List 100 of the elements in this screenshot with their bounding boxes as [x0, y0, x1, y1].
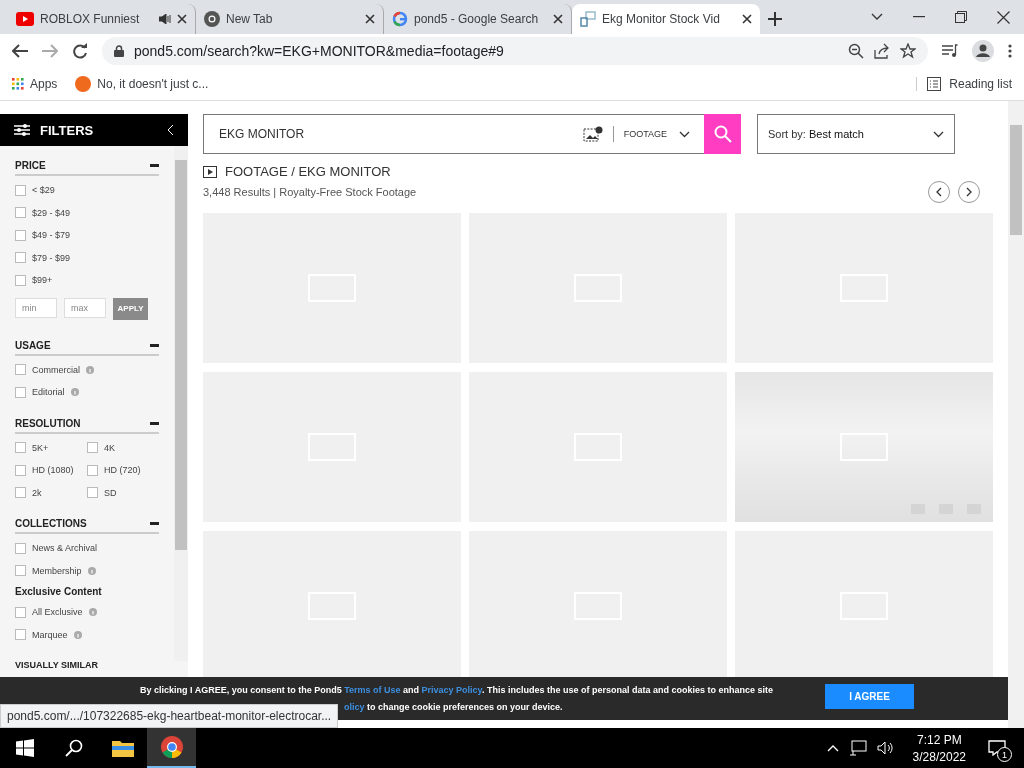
checkbox-label: Editorial	[32, 387, 65, 398]
volume-icon[interactable]	[876, 741, 895, 755]
google-icon	[392, 11, 408, 27]
zoom-out-icon[interactable]	[848, 43, 864, 59]
search-field[interactable]: EKG MONITOR FOOTAGE	[203, 114, 741, 154]
share-icon[interactable]	[874, 43, 890, 59]
checkbox[interactable]	[15, 207, 26, 219]
scrollbar[interactable]	[174, 146, 188, 661]
site-icon	[75, 76, 92, 92]
chevron-down-icon	[679, 130, 690, 138]
checkbox[interactable]	[15, 629, 26, 641]
notifications-button[interactable]: 1	[984, 735, 1010, 761]
browser-tab[interactable]: Ekg Monitor Stock Vid	[572, 4, 760, 34]
section-title: VISUALLY SIMILAR	[15, 660, 98, 670]
chevron-up-icon[interactable]	[826, 744, 839, 752]
clock[interactable]: 7:12 PM 3/28/2022	[912, 732, 966, 764]
consent-text: By clicking I AGREE, you consent to the Pond5 Terms of Use and Privacy Policy. This includes the use of personal data and cookies to enhance site	[140, 685, 774, 695]
checkbox[interactable]	[15, 364, 26, 376]
checkbox[interactable]	[15, 542, 26, 554]
checkbox-label: $79 - $99	[32, 252, 71, 263]
link[interactable]: Privacy Policy	[421, 685, 482, 695]
tab-title: ROBLOX Funniest	[40, 12, 141, 26]
network-icon[interactable]	[848, 740, 867, 756]
back-icon[interactable]	[12, 44, 28, 58]
checkbox[interactable]	[15, 229, 26, 241]
chrome-icon	[204, 11, 220, 27]
filters-header[interactable]: FILTERS	[0, 114, 188, 146]
checkbox[interactable]	[15, 606, 26, 618]
checkbox-label: Marquee	[32, 629, 68, 640]
new-tab-icon[interactable]	[768, 12, 782, 26]
chevron-down-icon[interactable]	[871, 13, 883, 21]
apps-grid-icon	[12, 78, 24, 90]
address-bar[interactable]: pond5.com/search?kw=EKG+MONITOR&media=footage#9	[102, 37, 928, 65]
tab-title: pond5 - Google Search	[414, 12, 540, 26]
next-button[interactable]	[958, 181, 980, 203]
subheading: Exclusive Content	[15, 585, 103, 599]
browser-tab[interactable]: New Tab	[196, 4, 384, 34]
status-url: pond5.com/.../107322685-ekg-heartbeat-monitor-electrocar...	[0, 704, 339, 728]
bookmark[interactable]: Apps	[12, 77, 58, 91]
windows-icon	[15, 739, 34, 757]
checkbox[interactable]	[87, 464, 98, 476]
avatar-icon[interactable]	[972, 40, 994, 62]
chevron-down-icon	[933, 130, 944, 138]
search-icon	[713, 125, 732, 143]
bookmark[interactable]: No, it doesn't just c...	[75, 76, 209, 92]
collapse-icon[interactable]	[150, 343, 159, 347]
taskbar-app[interactable]	[147, 728, 196, 768]
link[interactable]: Terms of Use	[344, 685, 401, 695]
reload-icon[interactable]	[72, 43, 88, 59]
close-icon[interactable]	[365, 14, 375, 24]
checkbox[interactable]	[15, 274, 26, 286]
scrollbar[interactable]	[1008, 101, 1024, 728]
checkbox[interactable]	[15, 252, 26, 264]
checkbox-label: News & Archival	[32, 543, 98, 554]
collapse-icon[interactable]	[150, 421, 159, 425]
tab-title: New Tab	[226, 12, 274, 26]
checkbox-label: $99+	[32, 275, 53, 286]
sliders-icon	[14, 124, 30, 136]
lock-icon	[114, 45, 124, 57]
reading-list-button[interactable]: Reading list	[916, 77, 1012, 91]
chevron-left-icon	[936, 187, 942, 197]
checkbox[interactable]	[15, 464, 26, 476]
star-icon[interactable]	[900, 43, 916, 59]
checkbox[interactable]	[15, 386, 26, 398]
chevron-left-icon[interactable]	[167, 124, 174, 136]
section-title: RESOLUTION	[15, 417, 81, 429]
checkbox[interactable]	[15, 487, 26, 499]
close-icon[interactable]	[553, 14, 563, 24]
checkbox-label: $49 - $79	[32, 230, 71, 241]
sort-dropdown[interactable]: Sort by: Best match	[757, 114, 955, 154]
chevron-right-icon	[966, 187, 972, 197]
results-count: 3,448 Results | Royalty-Free Stock Footage	[203, 186, 417, 198]
close-icon[interactable]	[742, 14, 752, 24]
checkbox[interactable]	[87, 487, 98, 499]
video-thumbnail[interactable]	[735, 372, 993, 522]
speaker-icon[interactable]	[159, 14, 171, 24]
message-icon	[988, 740, 1006, 756]
checkbox-label: < $29	[32, 185, 55, 196]
checkbox[interactable]	[87, 442, 98, 454]
checkbox[interactable]	[15, 565, 26, 577]
close-icon[interactable]	[997, 10, 1010, 24]
section-title: COLLECTIONS	[15, 518, 87, 529]
checkbox[interactable]	[15, 442, 26, 454]
restore-icon[interactable]	[955, 11, 967, 23]
checkbox-label: HD (720)	[104, 465, 141, 476]
browser-tab[interactable]: ROBLOX Funniest	[8, 4, 196, 34]
list-icon	[927, 77, 942, 91]
close-icon[interactable]	[177, 14, 187, 24]
filters-title: FILTERS	[40, 122, 94, 138]
minimize-icon[interactable]	[913, 16, 925, 18]
breadcrumb: FOOTAGE / EKG MONITOR	[225, 164, 391, 179]
video-icon	[16, 12, 34, 26]
playlist-icon[interactable]	[942, 44, 958, 58]
more-icon[interactable]	[1008, 44, 1012, 58]
previous-button[interactable]	[928, 181, 950, 203]
checkbox-label: All Exclusive	[32, 607, 83, 618]
checkbox[interactable]	[15, 184, 26, 196]
section-title: USAGE	[15, 339, 51, 351]
image-search-icon[interactable]	[582, 126, 603, 142]
link[interactable]: olicy	[344, 702, 365, 712]
